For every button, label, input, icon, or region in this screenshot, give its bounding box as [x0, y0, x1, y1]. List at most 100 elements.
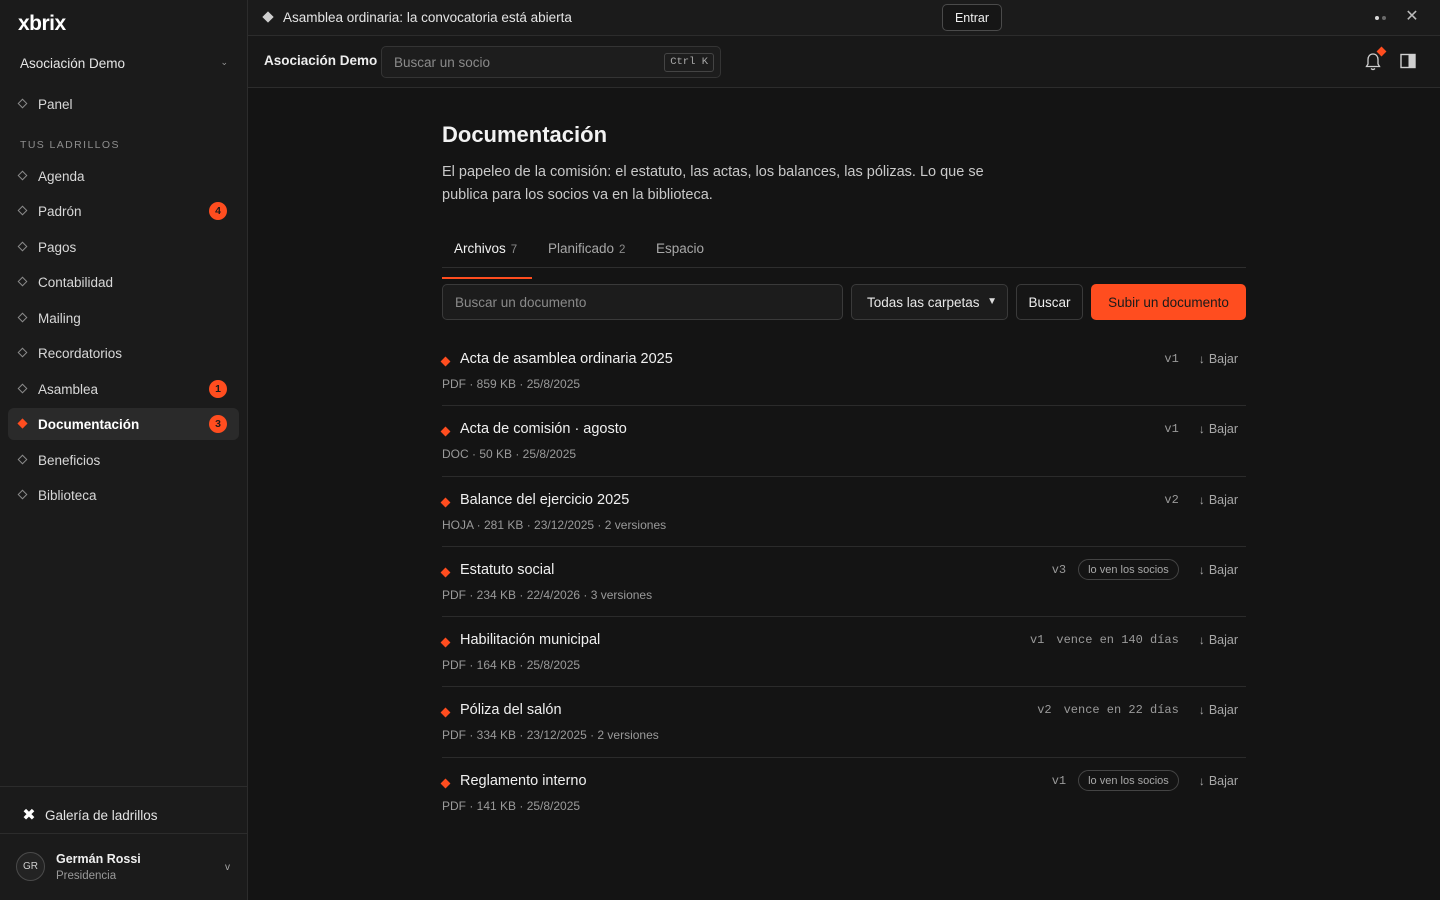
visibility-badge: lo ven los socios	[1078, 770, 1179, 792]
document-row: Reglamento interno PDF · 141 KB · 25/8/2…	[440, 758, 1246, 828]
diamond-icon	[17, 241, 28, 252]
sidebar-item-label: Beneficios	[38, 452, 101, 468]
announcement-text: Asamblea ordinaria: la convocatoria está…	[283, 10, 572, 25]
upload-document-button[interactable]: Subir un documento	[1091, 284, 1246, 320]
download-button[interactable]: ↓ Bajar	[1199, 422, 1238, 436]
page-title: Documentación	[442, 122, 608, 147]
chevron-down-icon: ⌄	[220, 57, 228, 67]
diamond-icon	[17, 205, 28, 216]
download-label: Bajar	[1208, 703, 1238, 718]
document-title[interactable]: Acta de comisión · agosto	[460, 421, 627, 437]
diamond-icon	[17, 418, 28, 429]
tab-archivos[interactable]: Archivos 7	[442, 241, 532, 279]
diamond-icon	[262, 11, 274, 23]
sidebar-item-label: Biblioteca	[38, 487, 97, 503]
sidebar-item-mailing[interactable]: Mailing	[8, 302, 239, 334]
user-role: Presidencia	[56, 870, 117, 882]
download-label: Bajar	[1208, 492, 1238, 507]
download-label: Bajar	[1208, 633, 1238, 648]
sidebar-item-padron[interactable]: Padrón 4	[8, 195, 239, 227]
version-label: v2	[1164, 492, 1179, 507]
sidebar-item-label: Recordatorios	[38, 345, 123, 361]
tabs: Archivos 7 Planificado 2 Espacio	[442, 233, 1246, 279]
brick-gallery-link[interactable]: ✖ Galería de ladrillos	[12, 802, 157, 828]
chevron-down-icon: ▼	[987, 296, 997, 307]
tab-espacio[interactable]: Espacio	[656, 241, 704, 276]
tab-count: 7	[510, 244, 518, 256]
document-title[interactable]: Habilitación municipal	[460, 632, 600, 648]
document-title[interactable]: Balance del ejercicio 2025	[460, 492, 629, 508]
app-logo[interactable]: xbrix	[18, 12, 66, 36]
document-row: Balance del ejercicio 2025 HOJA · 281 KB…	[440, 477, 1246, 547]
sidebar-item-recordatorios[interactable]: Recordatorios	[8, 337, 239, 369]
sidebar-item-pagos[interactable]: Pagos	[8, 231, 239, 263]
document-toolbar: Todas las carpetas ▼ Buscar Subir un doc…	[442, 284, 1246, 320]
member-search[interactable]: Ctrl K	[381, 46, 721, 78]
announcement-bar: Asamblea ordinaria: la convocatoria está…	[248, 0, 1440, 36]
document-meta: PDF · 334 KB · 23/12/2025 · 2 versiones	[442, 728, 659, 743]
org-switcher[interactable]: Asociación Demo ⌄	[8, 50, 240, 76]
sidebar-item-label: Documentación	[38, 416, 140, 432]
download-button[interactable]: ↓ Bajar	[1199, 493, 1238, 507]
sidebar-item-label: Pagos	[38, 239, 77, 255]
document-row: Acta de comisión · agosto DOC · 50 KB · …	[440, 406, 1246, 477]
version-label: v1	[1164, 352, 1179, 366]
bell-icon[interactable]	[1364, 46, 1387, 72]
search-button[interactable]: Buscar	[1016, 284, 1083, 320]
tab-count: 2	[619, 244, 626, 256]
download-button[interactable]: ↓ Bajar	[1199, 352, 1238, 366]
download-button[interactable]: ↓ Bajar	[1199, 563, 1238, 577]
x-logo-icon: ✖	[22, 807, 36, 824]
download-button[interactable]: ↓ Bajar	[1199, 633, 1238, 647]
download-button[interactable]: ↓ Bajar	[1199, 774, 1238, 788]
sidebar-item-biblioteca[interactable]: Biblioteca	[8, 479, 239, 511]
expiry-label: vence en 140 días	[1056, 633, 1179, 648]
page-description: El papeleo de la comisión: el estatuto, …	[442, 164, 984, 203]
diamond-icon	[440, 567, 451, 578]
sidebar-item-agenda[interactable]: Agenda	[8, 160, 239, 192]
document-meta: HOJA · 281 KB · 23/12/2025 · 2 versiones	[442, 517, 667, 532]
sidebar-item-contabilidad[interactable]: Contabilidad	[8, 266, 239, 298]
version-label: v1	[1051, 773, 1067, 788]
diamond-icon	[17, 276, 28, 287]
sidebar-item-panel[interactable]: Panel	[8, 88, 239, 120]
diamond-icon	[17, 98, 28, 109]
header-org-name: Asociación Demo	[264, 53, 378, 68]
enter-button[interactable]: Entrar	[942, 4, 1002, 31]
document-title[interactable]: Acta de asamblea ordinaria 2025	[460, 351, 673, 367]
folder-filter-select[interactable]: Todas las carpetas ▼	[851, 284, 1008, 320]
org-switcher-label: Asociación Demo	[20, 55, 126, 71]
tab-planificado[interactable]: Planificado 2	[548, 241, 625, 276]
sidebar-item-label: Contabilidad	[38, 274, 114, 290]
member-search-input[interactable]	[382, 47, 642, 77]
side-panel-toggle-icon[interactable]	[1400, 53, 1416, 69]
diamond-icon	[440, 708, 451, 718]
arrow-down-icon: ↓	[1198, 562, 1205, 577]
sidebar-item-documentacion[interactable]: Documentación 3	[8, 408, 239, 440]
diamond-icon	[17, 454, 28, 465]
download-button[interactable]: ↓ Bajar	[1199, 703, 1238, 717]
document-meta: PDF · 234 KB · 22/4/2026 · 3 versiones	[442, 587, 653, 602]
diamond-icon	[17, 383, 28, 394]
download-label: Bajar	[1208, 773, 1238, 788]
visibility-badge: lo ven los socios	[1078, 559, 1179, 581]
divider	[0, 833, 248, 834]
sidebar-item-asamblea[interactable]: Asamblea 1	[8, 373, 239, 405]
version-label: v1	[1029, 633, 1045, 648]
arrow-down-icon: ↓	[1198, 703, 1205, 718]
document-title[interactable]: Reglamento interno	[460, 773, 587, 789]
document-title[interactable]: Estatuto social	[460, 562, 554, 578]
diamond-icon	[440, 497, 451, 508]
sidebar-item-beneficios[interactable]: Beneficios	[8, 444, 239, 476]
sidebar-item-label: Asamblea	[38, 381, 99, 397]
diamond-icon	[440, 778, 451, 789]
pager-dots-icon[interactable]	[1375, 16, 1389, 20]
document-search-input[interactable]	[442, 284, 843, 320]
arrow-down-icon: ↓	[1198, 352, 1205, 366]
tab-label: Archivos	[454, 241, 506, 256]
close-icon[interactable]: ✕	[1404, 8, 1420, 26]
user-menu[interactable]: GR Germán Rossi Presidencia v	[8, 844, 240, 890]
document-title[interactable]: Póliza del salón	[460, 702, 562, 718]
diamond-icon	[17, 312, 28, 323]
diamond-icon	[440, 356, 451, 367]
